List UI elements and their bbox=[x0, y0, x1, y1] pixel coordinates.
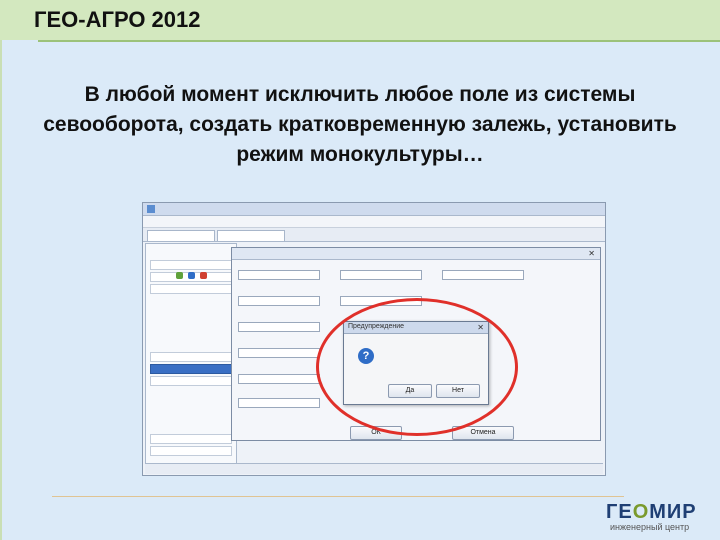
status-bar bbox=[145, 463, 603, 474]
year-field[interactable] bbox=[340, 270, 422, 280]
tab-one[interactable] bbox=[147, 230, 215, 241]
add-icon[interactable] bbox=[176, 272, 183, 279]
list-item[interactable] bbox=[150, 260, 232, 270]
company-logo: ГЕОМИР инженерный центр bbox=[606, 501, 697, 532]
list-item[interactable] bbox=[150, 284, 232, 294]
app-titlebar bbox=[143, 203, 605, 216]
predecessor-field[interactable] bbox=[442, 270, 524, 280]
edit-icon[interactable] bbox=[188, 272, 195, 279]
field-5[interactable] bbox=[238, 348, 320, 358]
tab-two[interactable] bbox=[217, 230, 285, 241]
list-item[interactable] bbox=[150, 376, 232, 386]
field-2[interactable] bbox=[238, 296, 320, 306]
delete-icon[interactable] bbox=[200, 272, 207, 279]
app-menubar bbox=[143, 216, 605, 228]
field-6[interactable] bbox=[238, 374, 320, 384]
close-icon[interactable]: ✕ bbox=[588, 249, 595, 258]
footer-line bbox=[52, 496, 624, 497]
lead-text: В любой момент исключить любое поле из с… bbox=[43, 83, 677, 166]
field-7[interactable] bbox=[238, 398, 320, 408]
list-item-selected[interactable] bbox=[150, 364, 232, 374]
list-item[interactable] bbox=[150, 446, 232, 456]
slide-title: ГЕО-АГРО 2012 bbox=[34, 7, 201, 32]
culture-field[interactable] bbox=[238, 270, 320, 280]
list-item[interactable] bbox=[150, 434, 232, 444]
field-4[interactable] bbox=[238, 322, 320, 332]
app-icon bbox=[147, 205, 155, 213]
culture-dialog-header: ✕ bbox=[232, 248, 600, 260]
title-underline bbox=[38, 40, 720, 42]
left-pane bbox=[145, 243, 237, 471]
left-border bbox=[0, 40, 2, 540]
highlight-ellipse bbox=[316, 298, 518, 436]
app-tabbar bbox=[143, 228, 605, 242]
list-item[interactable] bbox=[150, 352, 232, 362]
